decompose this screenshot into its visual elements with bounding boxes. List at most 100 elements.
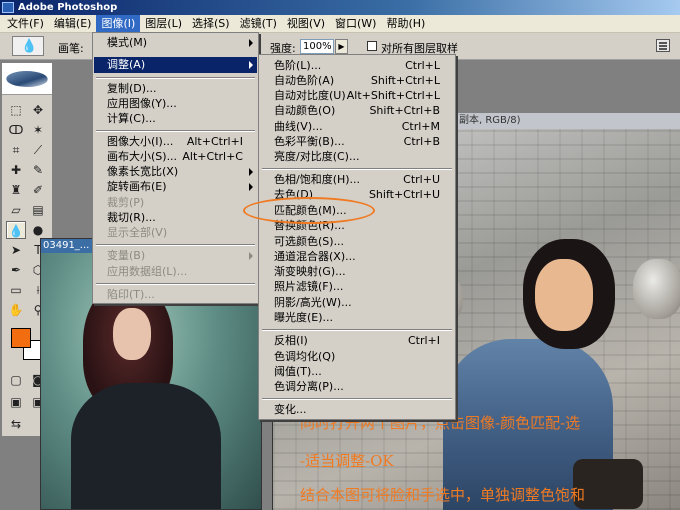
menu-item-label: 曲线(V)...	[274, 120, 323, 133]
menu-view[interactable]: 视图(V)	[282, 15, 330, 32]
strength-slider-button[interactable]: ▶	[335, 39, 348, 54]
menu-item-variations[interactable]: 变化...	[260, 402, 454, 418]
crop-tool-icon[interactable]: ⌗	[6, 141, 26, 159]
notes-tool-icon[interactable]: ▭	[6, 281, 26, 299]
strength-input[interactable]: 100%	[300, 39, 334, 54]
menu-item-label: 色调均化(Q)	[274, 350, 336, 363]
menu-item-label: 自动颜色(O)	[274, 104, 336, 117]
brush-label: 画笔:	[58, 42, 84, 55]
menu-separator	[96, 130, 255, 132]
menu-separator	[262, 398, 452, 400]
adjustments-submenu: 色阶(L)... Ctrl+L 自动色阶(A) Shift+Ctrl+L 自动对比度…	[258, 54, 456, 420]
menu-item-auto-contrast[interactable]: 自动对比度(U) Alt+Shift+Ctrl+L	[260, 88, 454, 104]
clone-stamp-tool-icon[interactable]: ♜	[6, 181, 26, 199]
menu-item-shortcut: Alt+Shift+Ctrl+L	[346, 89, 440, 102]
menu-item-trap[interactable]: 陷印(T)...	[94, 287, 257, 303]
menu-item-crop[interactable]: 裁剪(P)	[94, 195, 257, 211]
menu-file[interactable]: 文件(F)	[2, 15, 49, 32]
menu-item-reveal-all[interactable]: 显示全部(V)	[94, 225, 257, 241]
menu-edit[interactable]: 编辑(E)	[49, 15, 97, 32]
jump-to-imageready-icon[interactable]: ⇆	[6, 415, 26, 433]
menu-item-label: 色调分离(P)...	[274, 380, 344, 393]
lasso-tool-icon[interactable]: ↀ	[6, 121, 26, 139]
pen-tool-icon[interactable]: ✒	[6, 261, 26, 279]
tool-preset-picker[interactable]: 💧	[12, 36, 44, 56]
foreground-color-swatch[interactable]	[11, 328, 31, 348]
menu-item-calculations[interactable]: 计算(C)...	[94, 111, 257, 127]
menu-layer[interactable]: 图层(L)	[140, 15, 187, 32]
menu-select[interactable]: 选择(S)	[187, 15, 235, 32]
menu-item-apply-data-set[interactable]: 应用数据组(L)...	[94, 264, 257, 280]
menu-item-invert[interactable]: 反相(I) Ctrl+I	[260, 333, 454, 349]
menu-filter[interactable]: 滤镜(T)	[235, 15, 282, 32]
magic-wand-tool-icon[interactable]: ✶	[28, 121, 48, 139]
menu-item-curves[interactable]: 曲线(V)... Ctrl+M	[260, 119, 454, 135]
menu-item-auto-color[interactable]: 自动颜色(O) Shift+Ctrl+B	[260, 103, 454, 119]
menu-item-shortcut: Shift+Ctrl+L	[370, 74, 440, 87]
menu-item-label: 色相/饱和度(H)...	[274, 173, 361, 186]
menu-item-rotate-canvas[interactable]: 旋转画布(E)	[94, 179, 257, 195]
menu-item-variables[interactable]: 变量(B)	[94, 248, 257, 264]
menu-image[interactable]: 图像(I)	[96, 15, 141, 32]
menu-item-hue-saturation[interactable]: 色相/饱和度(H)... Ctrl+U	[260, 172, 454, 188]
photo-body	[71, 383, 221, 509]
menu-item-label: 调整(A)	[107, 58, 146, 71]
menu-item-shortcut: Ctrl+M	[401, 120, 440, 133]
menu-item-adjustments[interactable]: 调整(A)	[94, 57, 257, 73]
menu-window[interactable]: 窗口(W)	[330, 15, 381, 32]
photo-face	[113, 308, 151, 360]
menu-item-gradient-map[interactable]: 渐变映射(G)...	[260, 264, 454, 280]
app-title: Adobe Photoshop	[18, 2, 118, 13]
palette-well-icon[interactable]	[656, 39, 670, 52]
menu-item-photo-filter[interactable]: 照片滤镜(F)...	[260, 279, 454, 295]
menu-item-posterize[interactable]: 色调分离(P)...	[260, 379, 454, 395]
move-tool-icon[interactable]: ✥	[28, 101, 48, 119]
blur-drop-icon: 💧	[21, 39, 38, 54]
menu-item-shadow-highlight[interactable]: 阴影/高光(W)...	[260, 295, 454, 311]
menu-item-trim[interactable]: 裁切(R)...	[94, 210, 257, 226]
menu-item-apply-image[interactable]: 应用图像(Y)...	[94, 96, 257, 112]
menu-item-shortcut: Ctrl+B	[403, 135, 440, 148]
menu-item-label: 计算(C)...	[107, 112, 156, 125]
eraser-tool-icon[interactable]: ▱	[6, 201, 26, 219]
slice-tool-icon[interactable]: ⟋	[28, 141, 48, 159]
menu-item-color-balance[interactable]: 色彩平衡(B)... Ctrl+B	[260, 134, 454, 150]
menu-item-exposure[interactable]: 曝光度(E)...	[260, 310, 454, 326]
menu-separator	[262, 329, 452, 331]
path-selection-tool-icon[interactable]: ➤	[6, 241, 26, 259]
screen-mode-standard-icon[interactable]: ▣	[6, 393, 26, 411]
menu-item-label: 复制(D)...	[107, 82, 157, 95]
brush-tool-icon[interactable]: ✎	[28, 161, 48, 179]
menu-item-mode[interactable]: 模式(M)	[94, 35, 257, 51]
menu-item-equalize[interactable]: 色调均化(Q)	[260, 349, 454, 365]
hand-tool-icon[interactable]: ✋	[6, 301, 26, 319]
title-bar: Adobe Photoshop	[0, 0, 680, 15]
standard-mode-icon[interactable]: ▢	[6, 371, 26, 389]
menu-item-duplicate[interactable]: 复制(D)...	[94, 81, 257, 97]
annotation-line-3: 结合本图可将脸和手选中，单独调整色饱和	[300, 486, 586, 504]
gradient-tool-icon[interactable]: ▤	[28, 201, 48, 219]
menu-item-canvas-size[interactable]: 画布大小(S)... Alt+Ctrl+C	[94, 149, 257, 165]
menu-item-label: 自动对比度(U)	[274, 89, 346, 102]
sample-all-layers-checkbox[interactable]	[367, 41, 377, 51]
menu-item-label: 阴影/高光(W)...	[274, 296, 352, 309]
menu-item-label: 阈值(T)...	[274, 365, 322, 378]
menu-item-channel-mixer[interactable]: 通道混合器(X)...	[260, 249, 454, 265]
menu-item-brightness-contrast[interactable]: 亮度/对比度(C)...	[260, 149, 454, 165]
blur-tool-icon[interactable]: 💧	[6, 221, 26, 239]
marquee-tool-icon[interactable]: ⬚	[6, 101, 26, 119]
menu-separator	[96, 77, 255, 79]
healing-brush-tool-icon[interactable]: ✚	[6, 161, 26, 179]
menu-item-image-size[interactable]: 图像大小(I)... Alt+Ctrl+I	[94, 134, 257, 150]
annotation-line-2: -适当调整-OK	[300, 452, 394, 470]
toolbox-header[interactable]	[2, 63, 52, 95]
menu-item-selective-color[interactable]: 可选颜色(S)...	[260, 234, 454, 250]
menu-item-pixel-aspect-ratio[interactable]: 像素长宽比(X)	[94, 164, 257, 180]
dodge-tool-icon[interactable]: ●	[28, 221, 48, 239]
menu-item-shortcut: Alt+Ctrl+C	[182, 150, 243, 163]
menu-help[interactable]: 帮助(H)	[381, 15, 430, 32]
menu-item-auto-levels[interactable]: 自动色阶(A) Shift+Ctrl+L	[260, 73, 454, 89]
menu-item-threshold[interactable]: 阈值(T)...	[260, 364, 454, 380]
menu-item-levels[interactable]: 色阶(L)... Ctrl+L	[260, 58, 454, 74]
history-brush-tool-icon[interactable]: ✐	[28, 181, 48, 199]
